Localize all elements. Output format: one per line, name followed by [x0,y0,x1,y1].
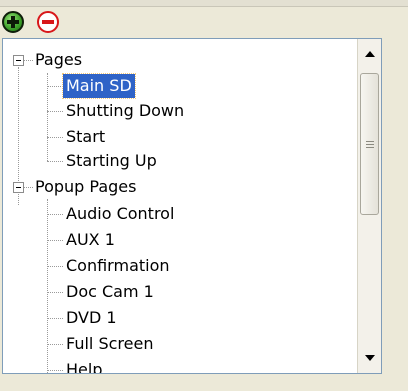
tree-connector [47,370,63,371]
tree-connector [24,187,33,188]
tree-item-label: Start [66,127,106,146]
tree-item-starting-up[interactable]: Starting Up [66,148,157,174]
tree-item-label: Audio Control [66,204,175,223]
tree-connector [24,60,33,61]
collapse-toggle-pages[interactable] [13,55,24,66]
tree-connector [47,137,63,138]
tree-group-pages[interactable]: Pages [35,47,82,73]
add-button[interactable] [2,11,24,33]
plus-circle-icon [7,16,19,28]
collapse-toggle-popup-pages[interactable] [13,182,24,193]
tree-connector [47,161,63,162]
tree-connector [47,292,63,293]
grip-icon [365,139,374,150]
tree-item-label: Main SD [62,73,136,99]
remove-button[interactable] [37,11,59,33]
minus-circle-icon [42,20,54,24]
tree-item-label: Doc Cam 1 [66,282,154,301]
tree-item-label: Shutting Down [66,101,185,120]
page-tree[interactable]: Pages Main SD Shutting Down Start Starti… [2,38,382,374]
tree-toolbar [0,10,408,36]
tree-connector [47,266,63,267]
tree-connector [47,344,63,345]
tree-group-label: Pages [35,50,83,69]
tree-item-start[interactable]: Start [66,124,105,150]
tree-item-confirmation[interactable]: Confirmation [66,253,170,279]
tree-connector [47,214,63,215]
tree-connector [47,86,61,87]
tree-connector [47,199,48,373]
tree-connector [47,318,63,319]
tree-item-doc-cam-1[interactable]: Doc Cam 1 [66,279,154,305]
tree-item-audio-control[interactable]: Audio Control [66,201,174,227]
tree-item-label: DVD 1 [66,308,117,327]
top-border-strip [0,0,408,7]
vertical-scrollbar[interactable] [357,39,381,373]
tree-connector [47,240,63,241]
tree-item-main-sd[interactable]: Main SD [62,73,136,99]
scroll-thumb[interactable] [360,73,379,215]
scroll-down-button[interactable] [358,347,381,369]
arrow-down-icon [364,355,375,361]
arrow-up-icon [364,51,375,57]
tree-item-dvd-1[interactable]: DVD 1 [66,305,117,331]
tree-item-full-screen[interactable]: Full Screen [66,331,153,357]
tree-item-label: Starting Up [66,151,157,170]
tree-group-label: Popup Pages [35,177,137,196]
tree-item-label: Confirmation [66,256,170,275]
scroll-up-button[interactable] [358,43,381,65]
tree-item-label: Full Screen [66,334,154,353]
tree-item-label: AUX 1 [66,230,115,249]
tree-item-aux-1[interactable]: AUX 1 [66,227,115,253]
tree-group-popup-pages[interactable]: Popup Pages [35,174,136,200]
tree-item-label: Help [66,360,103,374]
tree-item-help[interactable]: Help [66,357,103,374]
tree-item-shutting-down[interactable]: Shutting Down [66,98,184,124]
tree-connector [47,111,63,112]
